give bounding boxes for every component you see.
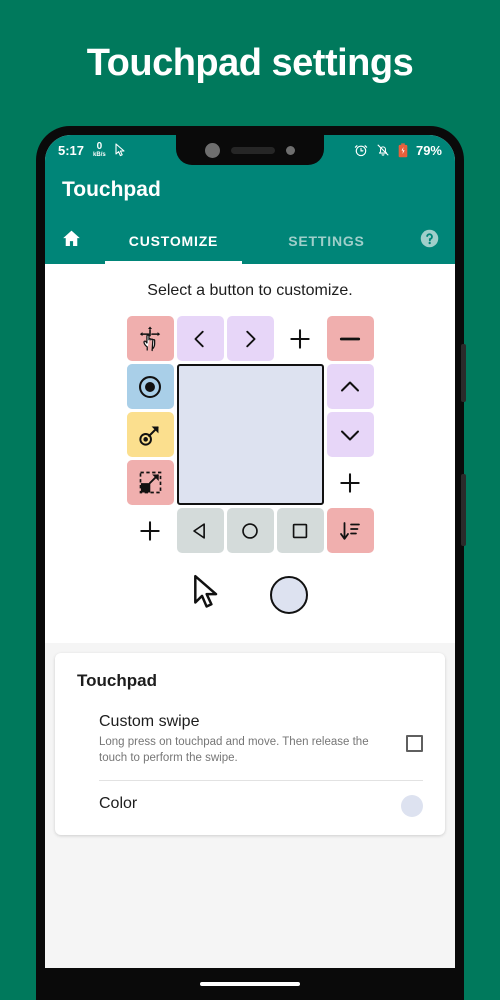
system-navigation-bar xyxy=(36,968,464,1000)
network-speed-value: 0 xyxy=(96,141,103,152)
app-title: Touchpad xyxy=(62,178,161,201)
touchpad-surface[interactable] xyxy=(176,364,324,505)
nav-home-button[interactable] xyxy=(226,508,274,553)
nav-recents-button[interactable] xyxy=(276,508,324,553)
chevron-right-icon xyxy=(239,328,261,350)
add-button-bottom[interactable] xyxy=(127,508,174,553)
chevron-down-icon xyxy=(338,423,362,447)
resize-icon xyxy=(138,470,163,495)
front-camera-icon xyxy=(205,142,220,158)
square-recents-icon xyxy=(289,520,311,542)
add-button-right[interactable] xyxy=(327,460,374,505)
home-icon xyxy=(61,228,82,254)
add-button-top[interactable] xyxy=(277,316,324,361)
tap-target-icon xyxy=(137,374,163,400)
phone-screen: 5:17 0 kB/s 79% Touchpad CUSTOMIZE SETTI… xyxy=(45,135,455,979)
tap-button[interactable] xyxy=(126,364,174,409)
earpiece-speaker xyxy=(231,146,275,154)
button-grid xyxy=(126,316,374,553)
minus-icon xyxy=(337,326,363,352)
button-grid-wrapper xyxy=(45,316,455,553)
touch-circle-indicator xyxy=(270,576,308,614)
setting-row-color[interactable]: Color xyxy=(77,781,423,821)
plus-icon xyxy=(337,470,363,496)
battery-percent: 79% xyxy=(415,142,442,158)
mouse-pointer-icon xyxy=(192,574,222,617)
help-circle-icon xyxy=(419,228,440,254)
pointer-preview xyxy=(45,569,455,621)
nav-back-button[interactable] xyxy=(176,508,224,553)
pan-gesture-button[interactable] xyxy=(126,316,174,361)
prev-button[interactable] xyxy=(176,316,224,361)
status-time: 5:17 xyxy=(58,142,85,158)
sort-button[interactable] xyxy=(326,508,374,553)
customize-panel: Select a button to customize. xyxy=(45,264,455,643)
triangle-back-icon xyxy=(189,520,211,542)
page-title: Touchpad settings xyxy=(86,42,414,84)
network-speed-indicator: 0 kB/s xyxy=(93,141,106,159)
drag-button[interactable] xyxy=(126,412,174,457)
setting-label-color: Color xyxy=(99,795,138,813)
tab-bar: CUSTOMIZE SETTINGS xyxy=(45,217,455,264)
app-bar: Touchpad xyxy=(45,165,455,217)
customize-hint: Select a button to customize. xyxy=(147,282,353,299)
setting-text-block: Custom swipe Long press on touchpad and … xyxy=(99,713,406,766)
tab-settings[interactable]: SETTINGS xyxy=(250,217,403,264)
home-button[interactable] xyxy=(45,217,97,264)
setting-row-custom-swipe[interactable]: Custom swipe Long press on touchpad and … xyxy=(77,713,423,766)
tab-settings-label: SETTINGS xyxy=(288,232,365,249)
tab-customize-label: CUSTOMIZE xyxy=(128,232,219,249)
hand-pan-icon xyxy=(137,325,164,352)
scroll-down-button[interactable] xyxy=(326,412,374,457)
drag-arrow-icon xyxy=(137,422,163,448)
phone-notch xyxy=(176,135,324,165)
settings-card: Touchpad Custom swipe Long press on touc… xyxy=(55,653,445,836)
setting-label-custom-swipe: Custom swipe xyxy=(99,713,200,730)
phone-frame: 5:17 0 kB/s 79% Touchpad CUSTOMIZE SETTI… xyxy=(36,126,466,1000)
cursor-icon xyxy=(115,143,126,157)
bell-muted-icon xyxy=(376,143,390,157)
scroll-up-button[interactable] xyxy=(326,364,374,409)
phone-volume-button[interactable] xyxy=(461,344,466,402)
status-bar: 5:17 0 kB/s 79% xyxy=(45,135,455,165)
circle-home-icon xyxy=(239,520,261,542)
chevron-left-icon xyxy=(189,328,211,350)
phone-power-button[interactable] xyxy=(461,474,466,546)
battery-icon xyxy=(398,142,408,158)
next-button[interactable] xyxy=(226,316,274,361)
network-speed-unit: kB/s xyxy=(93,152,106,158)
custom-swipe-checkbox[interactable] xyxy=(406,735,423,752)
status-bar-left: 5:17 0 kB/s xyxy=(45,142,126,158)
settings-card-title: Touchpad xyxy=(77,671,157,690)
tab-customize[interactable]: CUSTOMIZE xyxy=(97,217,250,264)
help-button[interactable] xyxy=(403,217,455,264)
setting-text-block: Color xyxy=(99,795,401,817)
sensor-icon xyxy=(286,145,295,155)
plus-icon xyxy=(137,518,163,544)
sort-descending-icon xyxy=(338,519,362,543)
volume-down-button[interactable] xyxy=(326,316,374,361)
setting-description-custom-swipe: Long press on touchpad and move. Then re… xyxy=(99,736,369,764)
alarm-icon xyxy=(354,143,368,157)
color-swatch[interactable] xyxy=(401,795,423,818)
chevron-up-icon xyxy=(338,375,362,399)
gesture-handle[interactable] xyxy=(200,982,300,986)
plus-icon xyxy=(287,326,313,352)
resize-button[interactable] xyxy=(126,460,174,505)
status-bar-right: 79% xyxy=(354,143,455,158)
